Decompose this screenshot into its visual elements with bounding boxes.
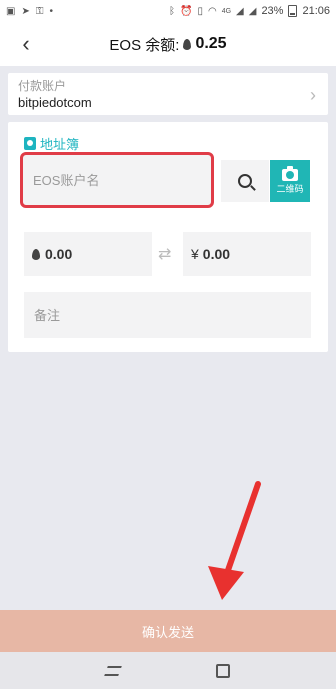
home-button[interactable] <box>203 656 243 686</box>
address-book-label: 地址簿 <box>40 137 80 152</box>
pay-account-value: bitpiedotcom <box>18 95 92 110</box>
eos-icon <box>183 38 192 50</box>
confirm-send-label: 确认发送 <box>141 624 194 640</box>
chevron-left-icon: ‹ <box>22 31 30 56</box>
network-type: 4G <box>221 7 232 15</box>
search-icon <box>238 174 252 188</box>
confirm-send-button[interactable]: 确认发送 <box>0 610 336 652</box>
eos-icon <box>32 248 40 260</box>
system-nav-bar <box>0 652 336 689</box>
qr-label: 二维码 <box>276 183 304 194</box>
signal-icon: ◢ <box>236 5 244 17</box>
memo-input[interactable] <box>34 307 294 323</box>
swap-arrows-icon: ⇄ <box>158 246 172 263</box>
cny-symbol: ¥ <box>191 246 199 262</box>
more-dots-icon: • <box>49 5 53 17</box>
key-icon: ⚿ <box>35 5 44 17</box>
page-title: EOS 余额: 0.25 <box>109 34 226 55</box>
eos-amount-value: 0.00 <box>45 246 73 262</box>
qr-scan-button[interactable]: 二维码 <box>270 160 310 202</box>
camera-icon <box>282 165 298 181</box>
battery-icon <box>288 5 298 17</box>
transfer-form: 地址簿 二维码 0.00 ⇄ ¥ 0.00 <box>8 122 328 352</box>
chevron-right-icon: › <box>310 85 316 105</box>
status-right-icons: ᛒ ⏰ ▯ ◠ 4G ◢ ◢ 23% 21:06 <box>169 5 330 17</box>
bluetooth-icon: ᛒ <box>168 5 175 17</box>
address-book-link[interactable]: 地址簿 <box>24 134 79 153</box>
memo-input-container <box>24 292 311 338</box>
account-input-container <box>20 152 214 208</box>
account-name-input[interactable] <box>33 172 203 188</box>
arrow-head <box>208 566 244 600</box>
battery-percent: 23% <box>261 5 284 17</box>
recents-button[interactable] <box>93 656 133 686</box>
navigation-icon: ➤ <box>21 5 30 17</box>
arrow-shaft <box>223 481 261 579</box>
cny-amount-value: 0.00 <box>202 246 231 262</box>
address-book-icon <box>24 137 36 150</box>
status-bar: ▣ ➤ ⚿ • ᛒ ⏰ ▯ ◠ 4G ◢ ◢ 23% 21:06 <box>0 0 336 22</box>
signal-icon-2: ◢ <box>248 5 257 17</box>
title-prefix: EOS 余额: <box>109 36 180 54</box>
alarm-icon: ⏰ <box>179 5 193 17</box>
eos-amount-field[interactable]: 0.00 <box>24 232 152 276</box>
search-button[interactable] <box>221 160 269 202</box>
pay-account-label: 付款账户 <box>18 79 67 93</box>
home-icon <box>216 663 230 678</box>
recents-icon <box>104 665 122 676</box>
wifi-icon: ◠ <box>207 5 217 17</box>
status-time: 21:06 <box>302 5 330 17</box>
header: ‹ EOS 余额: 0.25 <box>0 22 336 66</box>
balance-value: 0.25 <box>195 35 227 52</box>
status-left-icons: ▣ ➤ ⚿ • <box>6 6 53 17</box>
gallery-icon: ▣ <box>6 5 16 17</box>
pay-account-selector[interactable]: 付款账户 bitpiedotcom › <box>8 73 328 115</box>
vibrate-icon: ▯ <box>197 5 203 17</box>
back-button[interactable]: ‹ <box>10 28 42 60</box>
cny-amount-field[interactable]: ¥ 0.00 <box>183 232 311 276</box>
red-arrow-annotation <box>208 481 261 600</box>
